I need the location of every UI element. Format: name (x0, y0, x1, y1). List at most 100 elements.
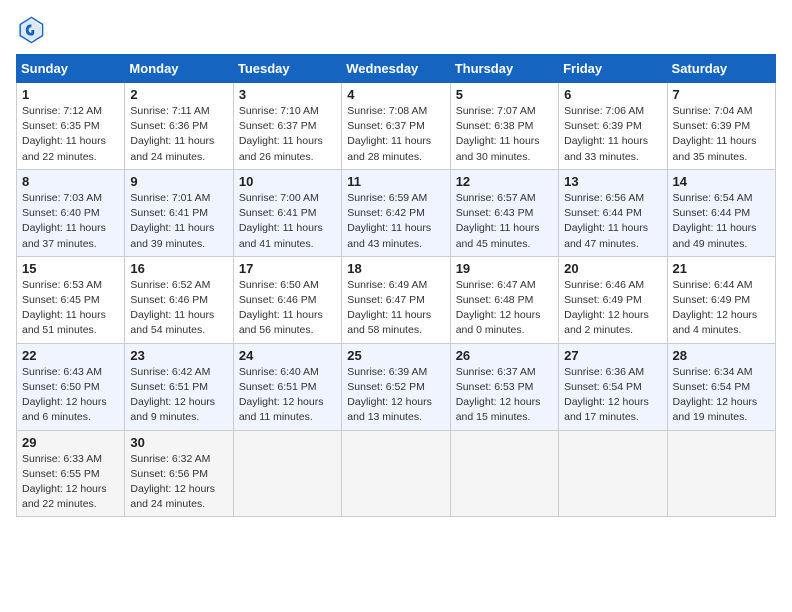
day-number: 10 (239, 174, 336, 189)
day-info: Sunrise: 7:07 AM Sunset: 6:38 PM Dayligh… (456, 104, 553, 165)
calendar-cell: 16 Sunrise: 6:52 AM Sunset: 6:46 PM Dayli… (125, 256, 233, 343)
day-number: 9 (130, 174, 227, 189)
day-info: Sunrise: 6:39 AM Sunset: 6:52 PM Dayligh… (347, 365, 444, 426)
day-info: Sunrise: 6:49 AM Sunset: 6:47 PM Dayligh… (347, 278, 444, 339)
day-number: 24 (239, 348, 336, 363)
calendar-header-wednesday: Wednesday (342, 55, 450, 83)
day-number: 7 (673, 87, 770, 102)
calendar-cell: 15 Sunrise: 6:53 AM Sunset: 6:45 PM Dayli… (17, 256, 125, 343)
day-number: 12 (456, 174, 553, 189)
day-number: 11 (347, 174, 444, 189)
calendar-cell: 5 Sunrise: 7:07 AM Sunset: 6:38 PM Daylig… (450, 83, 558, 170)
calendar-cell: 17 Sunrise: 6:50 AM Sunset: 6:46 PM Dayli… (233, 256, 341, 343)
logo-icon (16, 16, 44, 44)
calendar-cell: 2 Sunrise: 7:11 AM Sunset: 6:36 PM Daylig… (125, 83, 233, 170)
day-info: Sunrise: 6:47 AM Sunset: 6:48 PM Dayligh… (456, 278, 553, 339)
day-number: 2 (130, 87, 227, 102)
calendar-cell: 9 Sunrise: 7:01 AM Sunset: 6:41 PM Daylig… (125, 169, 233, 256)
day-number: 26 (456, 348, 553, 363)
calendar-cell: 22 Sunrise: 6:43 AM Sunset: 6:50 PM Dayli… (17, 343, 125, 430)
calendar-header-saturday: Saturday (667, 55, 775, 83)
calendar-header-monday: Monday (125, 55, 233, 83)
day-number: 13 (564, 174, 661, 189)
day-number: 27 (564, 348, 661, 363)
day-number: 28 (673, 348, 770, 363)
calendar-cell: 3 Sunrise: 7:10 AM Sunset: 6:37 PM Daylig… (233, 83, 341, 170)
day-number: 25 (347, 348, 444, 363)
day-info: Sunrise: 6:46 AM Sunset: 6:49 PM Dayligh… (564, 278, 661, 339)
day-info: Sunrise: 7:01 AM Sunset: 6:41 PM Dayligh… (130, 191, 227, 252)
day-number: 3 (239, 87, 336, 102)
calendar-header-friday: Friday (559, 55, 667, 83)
day-info: Sunrise: 6:52 AM Sunset: 6:46 PM Dayligh… (130, 278, 227, 339)
calendar-cell: 1Sunrise: 7:12 AM Sunset: 6:35 PM Daylig… (17, 83, 125, 170)
calendar-cell (559, 430, 667, 517)
day-number: 8 (22, 174, 119, 189)
day-info: Sunrise: 7:12 AM Sunset: 6:35 PM Dayligh… (22, 104, 119, 165)
day-info: Sunrise: 6:43 AM Sunset: 6:50 PM Dayligh… (22, 365, 119, 426)
day-info: Sunrise: 7:10 AM Sunset: 6:37 PM Dayligh… (239, 104, 336, 165)
day-info: Sunrise: 6:32 AM Sunset: 6:56 PM Dayligh… (130, 452, 227, 513)
calendar-cell: 19 Sunrise: 6:47 AM Sunset: 6:48 PM Dayli… (450, 256, 558, 343)
calendar-cell: 8 Sunrise: 7:03 AM Sunset: 6:40 PM Daylig… (17, 169, 125, 256)
day-info: Sunrise: 6:36 AM Sunset: 6:54 PM Dayligh… (564, 365, 661, 426)
calendar-cell: 7 Sunrise: 7:04 AM Sunset: 6:39 PM Daylig… (667, 83, 775, 170)
day-info: Sunrise: 6:44 AM Sunset: 6:49 PM Dayligh… (673, 278, 770, 339)
calendar-week-row: 22 Sunrise: 6:43 AM Sunset: 6:50 PM Dayli… (17, 343, 776, 430)
calendar-cell (667, 430, 775, 517)
calendar-header-tuesday: Tuesday (233, 55, 341, 83)
day-info: Sunrise: 6:53 AM Sunset: 6:45 PM Dayligh… (22, 278, 119, 339)
calendar-cell: 6 Sunrise: 7:06 AM Sunset: 6:39 PM Daylig… (559, 83, 667, 170)
day-number: 4 (347, 87, 444, 102)
calendar-cell: 13 Sunrise: 6:56 AM Sunset: 6:44 PM Dayli… (559, 169, 667, 256)
calendar-cell: 26 Sunrise: 6:37 AM Sunset: 6:53 PM Dayli… (450, 343, 558, 430)
calendar-table: SundayMondayTuesdayWednesdayThursdayFrid… (16, 54, 776, 517)
calendar-cell: 23Sunrise: 6:42 AM Sunset: 6:51 PM Dayli… (125, 343, 233, 430)
day-number: 17 (239, 261, 336, 276)
day-info: Sunrise: 7:03 AM Sunset: 6:40 PM Dayligh… (22, 191, 119, 252)
day-number: 15 (22, 261, 119, 276)
calendar-cell: 27 Sunrise: 6:36 AM Sunset: 6:54 PM Dayli… (559, 343, 667, 430)
calendar-cell: 29Sunrise: 6:33 AM Sunset: 6:55 PM Dayli… (17, 430, 125, 517)
calendar-cell: 10Sunrise: 7:00 AM Sunset: 6:41 PM Dayli… (233, 169, 341, 256)
calendar-cell: 4 Sunrise: 7:08 AM Sunset: 6:37 PM Daylig… (342, 83, 450, 170)
day-number: 6 (564, 87, 661, 102)
day-number: 29 (22, 435, 119, 450)
calendar-header-row: SundayMondayTuesdayWednesdayThursdayFrid… (17, 55, 776, 83)
calendar-cell: 28 Sunrise: 6:34 AM Sunset: 6:54 PM Dayli… (667, 343, 775, 430)
day-info: Sunrise: 7:11 AM Sunset: 6:36 PM Dayligh… (130, 104, 227, 165)
day-number: 5 (456, 87, 553, 102)
calendar-cell (342, 430, 450, 517)
day-info: Sunrise: 6:34 AM Sunset: 6:54 PM Dayligh… (673, 365, 770, 426)
day-number: 21 (673, 261, 770, 276)
calendar-cell: 18 Sunrise: 6:49 AM Sunset: 6:47 PM Dayli… (342, 256, 450, 343)
calendar-cell: 21 Sunrise: 6:44 AM Sunset: 6:49 PM Dayli… (667, 256, 775, 343)
day-info: Sunrise: 6:50 AM Sunset: 6:46 PM Dayligh… (239, 278, 336, 339)
calendar-cell (233, 430, 341, 517)
day-info: Sunrise: 6:54 AM Sunset: 6:44 PM Dayligh… (673, 191, 770, 252)
day-info: Sunrise: 7:04 AM Sunset: 6:39 PM Dayligh… (673, 104, 770, 165)
day-number: 16 (130, 261, 227, 276)
calendar-cell: 25 Sunrise: 6:39 AM Sunset: 6:52 PM Dayli… (342, 343, 450, 430)
calendar-header-thursday: Thursday (450, 55, 558, 83)
calendar-week-row: 29Sunrise: 6:33 AM Sunset: 6:55 PM Dayli… (17, 430, 776, 517)
day-info: Sunrise: 6:37 AM Sunset: 6:53 PM Dayligh… (456, 365, 553, 426)
header (16, 16, 776, 44)
calendar-cell: 11 Sunrise: 6:59 AM Sunset: 6:42 PM Dayli… (342, 169, 450, 256)
day-number: 14 (673, 174, 770, 189)
logo (16, 16, 48, 44)
calendar-cell: 14 Sunrise: 6:54 AM Sunset: 6:44 PM Dayli… (667, 169, 775, 256)
day-info: Sunrise: 6:57 AM Sunset: 6:43 PM Dayligh… (456, 191, 553, 252)
day-info: Sunrise: 6:56 AM Sunset: 6:44 PM Dayligh… (564, 191, 661, 252)
day-number: 30 (130, 435, 227, 450)
day-number: 18 (347, 261, 444, 276)
day-info: Sunrise: 7:06 AM Sunset: 6:39 PM Dayligh… (564, 104, 661, 165)
calendar-cell: 12 Sunrise: 6:57 AM Sunset: 6:43 PM Dayli… (450, 169, 558, 256)
day-info: Sunrise: 6:59 AM Sunset: 6:42 PM Dayligh… (347, 191, 444, 252)
calendar-header-sunday: Sunday (17, 55, 125, 83)
day-number: 20 (564, 261, 661, 276)
day-number: 22 (22, 348, 119, 363)
day-info: Sunrise: 6:42 AM Sunset: 6:51 PM Dayligh… (130, 365, 227, 426)
day-info: Sunrise: 7:08 AM Sunset: 6:37 PM Dayligh… (347, 104, 444, 165)
day-number: 19 (456, 261, 553, 276)
